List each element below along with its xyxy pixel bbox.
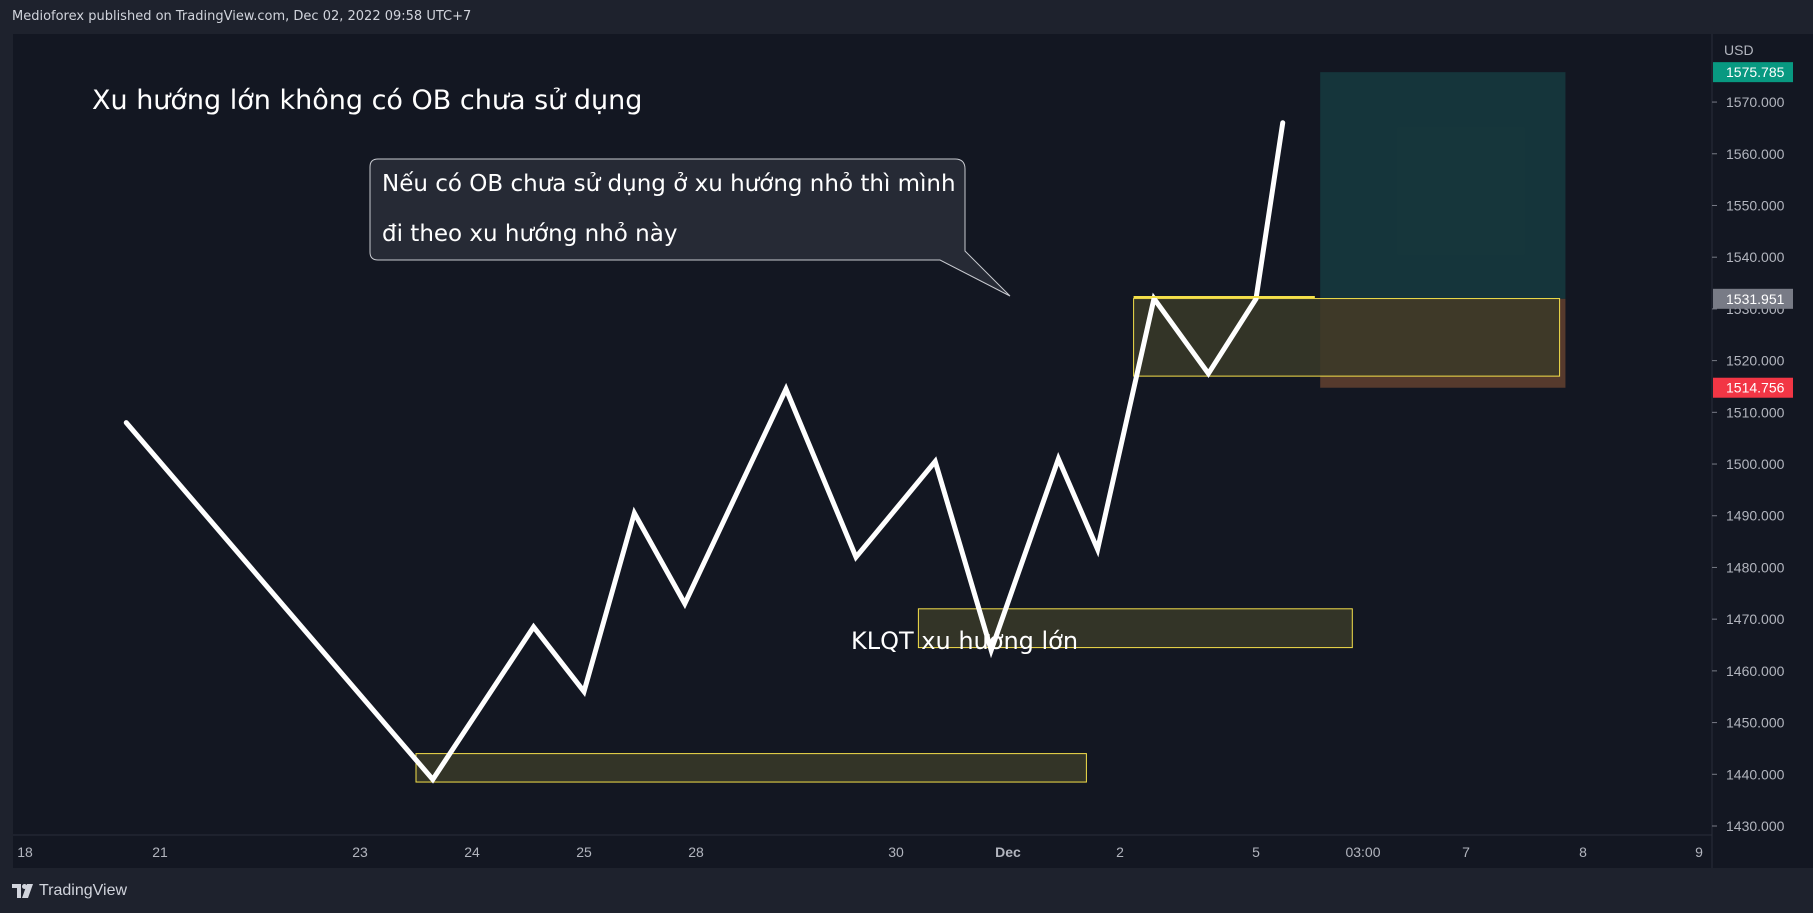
demand-zone-3[interactable] [1133,298,1561,377]
time-tick-label: 9 [1695,844,1703,860]
time-axis[interactable]: 18 21 23 24 25 28 30 Dec 2 5 03:00 7 8 9 [17,844,1703,860]
currency-label: USD [1724,42,1754,58]
time-tick-label: 30 [888,844,904,860]
price-tick-label: 1450.000 [1726,715,1785,731]
callout-annotation[interactable]: Nếu có OB chưa sử dụng ở xu hướng nhỏ th… [369,158,1011,297]
price-tick-label: 1470.000 [1726,611,1785,627]
price-tick-label: 1490.000 [1726,508,1785,524]
zone-label: KLQT xu hướng lớn [851,627,1078,655]
time-tick-label: 2 [1116,844,1124,860]
price-tick-label: 1460.000 [1726,663,1785,679]
callout-line-2: đi theo xu hướng nhỏ này [382,221,677,247]
time-tick-label: 25 [576,844,592,860]
callout-line-1: Nếu có OB chưa sử dụng ở xu hướng nhỏ th… [382,171,956,197]
chart-title: Xu hướng lớn không có OB chưa sử dụng [92,85,642,116]
time-tick-label: 03:00 [1345,844,1380,860]
current-price-label: 1531.951 [1726,291,1785,307]
price-tick-label: 1560.000 [1726,146,1785,162]
price-tick-label: 1430.000 [1726,818,1785,834]
price-chart[interactable]: Xu hướng lớn không có OB chưa sử dụng Nế… [0,0,1813,913]
time-tick-label: 23 [352,844,368,860]
price-badges: 1575.785 1531.951 1514.756 [1713,62,1793,398]
time-tick-label: Dec [995,844,1021,860]
price-tick-label: 1440.000 [1726,766,1785,782]
price-tick-label: 1550.000 [1726,197,1785,213]
target-zone[interactable] [1320,72,1566,299]
time-tick-label: 21 [152,844,168,860]
price-tick-label: 1540.000 [1726,249,1785,265]
time-tick-label: 8 [1579,844,1587,860]
time-tick-label: 7 [1462,844,1470,860]
price-axis[interactable]: USD 1430.000 1440.000 1450.000 1460.000 1470… [1712,42,1785,834]
price-tick-label: 1520.000 [1726,353,1785,369]
price-tick-label: 1500.000 [1726,456,1785,472]
time-tick-label: 18 [17,844,33,860]
time-tick-label: 5 [1252,844,1260,860]
zones-layer[interactable] [415,298,1561,783]
stop-price-label: 1514.756 [1726,380,1785,396]
target-price-label: 1575.785 [1726,64,1785,80]
time-tick-label: 24 [464,844,480,860]
price-tick-label: 1510.000 [1726,404,1785,420]
time-tick-label: 28 [688,844,704,860]
demand-zone-1[interactable] [415,753,1087,783]
price-tick-label: 1480.000 [1726,559,1785,575]
price-tick-label: 1570.000 [1726,94,1785,110]
